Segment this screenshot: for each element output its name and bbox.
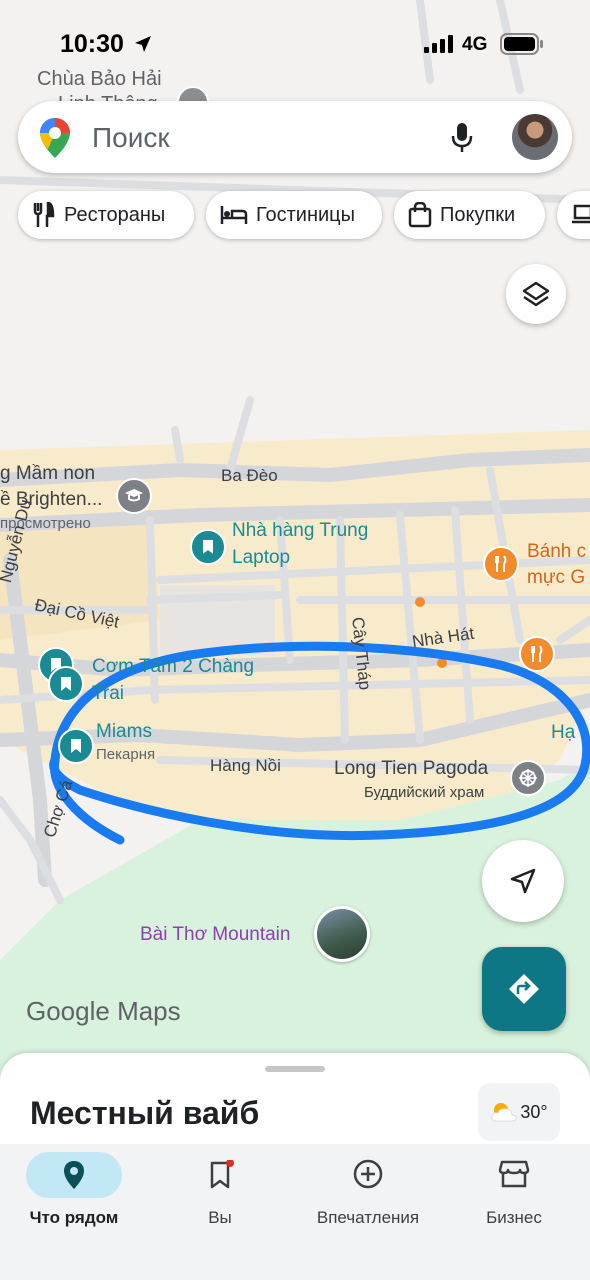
mountain-photo-pin[interactable]: [314, 906, 370, 962]
shopping-bag-icon: [408, 202, 432, 228]
location-pin-icon: [64, 1161, 84, 1189]
nav-label: Впечатления: [316, 1208, 420, 1227]
search-input[interactable]: [90, 119, 434, 157]
weather-badge[interactable]: 30°: [478, 1083, 560, 1141]
nav-item-you[interactable]: Вы: [146, 1144, 294, 1244]
map-label-nha-hang-trung[interactable]: Nhà hàng Trung: [232, 520, 368, 542]
restaurant-pin-icon[interactable]: [519, 636, 555, 672]
map-label-long-tien[interactable]: Long Tien Pagoda: [334, 758, 488, 780]
navigation-arrow-icon: [510, 868, 536, 894]
street-hang-noi: Hàng Nồi: [210, 756, 281, 775]
my-location-button[interactable]: [482, 840, 564, 922]
drag-handle[interactable]: [265, 1066, 325, 1072]
avatar[interactable]: [512, 114, 558, 160]
chip-restaurants[interactable]: Рестораны: [18, 191, 194, 239]
google-maps-logo: Google Maps: [26, 996, 181, 1026]
store-icon: [498, 1160, 530, 1188]
map-label-bai-tho[interactable]: Bài Thơ Mountain: [140, 924, 290, 946]
map-label-muc[interactable]: mực G: [527, 567, 585, 589]
map-label-trai[interactable]: Trai: [92, 683, 124, 705]
nav-label: Вы: [208, 1208, 232, 1227]
map-label-laptop[interactable]: Laptop: [232, 547, 290, 569]
map-label-buddhist: Буддийский храм: [364, 784, 485, 801]
nav-label: Бизнес: [486, 1208, 542, 1227]
chip-shopping[interactable]: Покупки: [394, 191, 545, 239]
map-label-banh[interactable]: Bánh c: [527, 541, 586, 563]
layers-icon: [522, 281, 550, 307]
chip-label: Гостиницы: [256, 203, 355, 226]
temperature: 30°: [520, 1101, 548, 1122]
nav-item-explore[interactable]: Что рядом: [0, 1144, 148, 1244]
location-arrow-icon: [135, 36, 151, 52]
bottom-nav: Что рядом Вы Впечатления Бизнес: [0, 1144, 590, 1280]
battery-icon: [500, 33, 543, 55]
add-circle-icon: [353, 1159, 383, 1189]
signal-icon: [424, 35, 453, 53]
map-label-com-tam[interactable]: Cơm Tấm 2 Chàng: [92, 656, 254, 678]
chip-hotels[interactable]: Гостиницы: [206, 191, 382, 239]
google-maps-pin-icon: [40, 118, 70, 158]
map-label-bakery: Пекарня: [96, 746, 156, 763]
status-time: 10:30: [60, 30, 124, 58]
laptop-icon: [572, 204, 590, 224]
saved-place-icon[interactable]: [48, 666, 84, 702]
saved-place-icon[interactable]: [190, 529, 226, 565]
temple-icon[interactable]: [510, 760, 546, 796]
restaurant-pin-icon[interactable]: [483, 546, 519, 582]
search-bar[interactable]: [18, 101, 572, 173]
map-label-school[interactable]: g Mầm non: [0, 463, 95, 485]
nav-item-business[interactable]: Бизнес: [440, 1144, 588, 1244]
bottom-sheet[interactable]: Местный вайб 30°: [0, 1053, 590, 1153]
restaurant-icon: [33, 202, 55, 227]
network-type: 4G: [462, 34, 488, 55]
microphone-icon[interactable]: [450, 121, 474, 155]
map-label-ha[interactable]: Hạ: [551, 722, 575, 744]
chip-label: Рестораны: [64, 203, 166, 226]
directions-button[interactable]: [482, 947, 566, 1031]
saved-place-icon[interactable]: [58, 728, 94, 764]
nav-label: Что рядом: [29, 1208, 119, 1227]
map-label-miams[interactable]: Miams: [96, 721, 152, 743]
street-ba-deo: Ba Đèo: [221, 466, 278, 485]
directions-icon: [509, 974, 539, 1004]
chip-label: Покупки: [440, 203, 516, 226]
hotel-icon: [220, 206, 248, 224]
nav-item-contribute[interactable]: Впечатления: [294, 1144, 442, 1244]
school-icon[interactable]: [116, 478, 152, 514]
bookmark-icon: [210, 1160, 234, 1189]
status-bar: 10:30 4G: [0, 0, 590, 80]
layers-button[interactable]: [506, 264, 566, 324]
partly-cloudy-icon: [491, 1103, 518, 1122]
sheet-title: Местный вайб: [30, 1095, 260, 1131]
